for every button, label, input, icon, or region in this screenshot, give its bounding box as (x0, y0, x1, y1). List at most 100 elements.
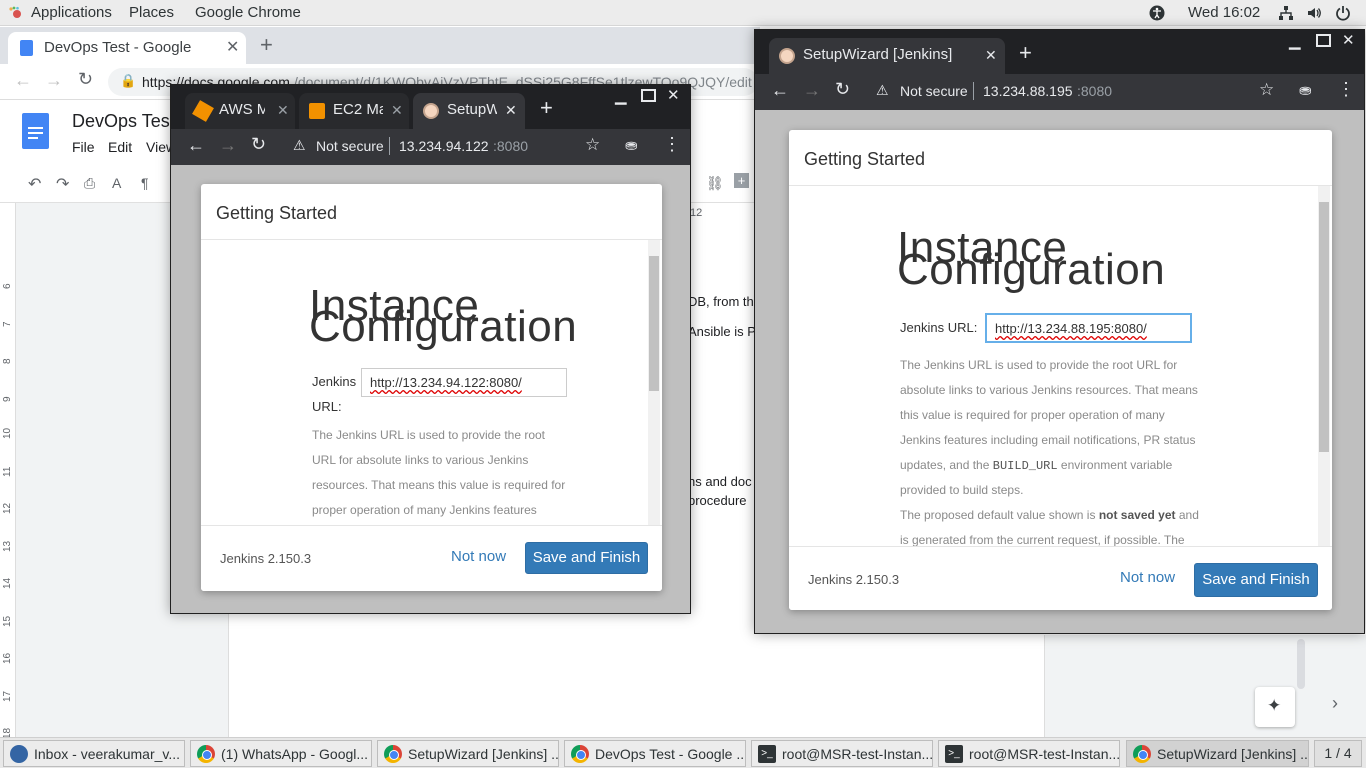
workspace-switcher[interactable]: 1 / 4 (1314, 740, 1362, 767)
docs-scrollbar[interactable] (1297, 639, 1305, 689)
help-line-1: The Jenkins URL is used to provide the r… (312, 428, 546, 442)
close-window-icon[interactable]: ✕ (667, 86, 680, 104)
reload-icon[interactable]: ↻ (78, 69, 93, 90)
not-secure-label[interactable]: Not secure (316, 138, 384, 154)
taskbar-label: Inbox - veerakumar_v... (34, 746, 181, 762)
chrome-icon (1133, 745, 1151, 763)
help-line-2: URL for absolute links to various Jenkin… (312, 453, 529, 467)
minimize-icon[interactable]: ▁ (1289, 32, 1301, 50)
tab-setupwizard[interactable]: SetupW ✕ (413, 93, 525, 129)
docs-canvas-right: ✦ › (760, 635, 1366, 737)
undo-icon[interactable]: ↶ (28, 174, 41, 194)
jenkins-url-input[interactable]: http://13.234.88.195:8080/ (985, 313, 1192, 343)
dialog-scrollbar[interactable] (1318, 186, 1330, 546)
clock[interactable]: Wed 16:02 (1188, 4, 1260, 21)
close-tab-icon[interactable]: ✕ (277, 102, 289, 119)
back-icon[interactable]: ← (14, 70, 32, 91)
scrollbar-thumb[interactable] (1319, 202, 1329, 452)
taskbar-label: (1) WhatsApp - Googl... (221, 746, 369, 762)
taskbar-item-setupwizard-1[interactable]: SetupWizard [Jenkins] ... (377, 740, 559, 767)
insert-comment-icon[interactable]: + (734, 173, 749, 188)
taskbar-item-terminal-1[interactable]: >_ root@MSR-test-Instan... (751, 740, 933, 767)
doc-snippet-1: DB, from th (688, 294, 754, 309)
accessibility-icon[interactable] (1149, 5, 1165, 21)
incognito-icon[interactable]: ⛂ (625, 136, 638, 154)
volume-icon[interactable] (1306, 5, 1322, 21)
new-tab-icon[interactable]: + (540, 95, 553, 121)
close-window-icon[interactable]: ✕ (1342, 31, 1355, 49)
jenkins-url-input[interactable]: http://13.234.94.122:8080/ (361, 368, 567, 397)
forward-icon[interactable]: → (803, 80, 821, 101)
help-text: updates, and the (900, 458, 990, 472)
paint-format-icon[interactable]: ¶ (141, 175, 149, 191)
tab-title: AWS M (219, 101, 265, 118)
print-icon[interactable]: ⎙ (84, 175, 95, 192)
active-app-menu[interactable]: Google Chrome (195, 4, 301, 21)
doc-title[interactable]: DevOps Test (72, 111, 175, 132)
taskbar-item-inbox[interactable]: Inbox - veerakumar_v... (3, 740, 185, 767)
forward-icon[interactable]: → (45, 70, 63, 91)
ec2-icon (309, 103, 325, 119)
close-tab-icon[interactable]: ✕ (226, 37, 239, 57)
places-menu[interactable]: Places (129, 4, 174, 21)
bookmark-star-icon[interactable]: ☆ (1259, 80, 1274, 100)
close-tab-icon[interactable]: ✕ (985, 47, 997, 64)
taskbar-item-setupwizard-2[interactable]: SetupWizard [Jenkins] ... (1126, 740, 1309, 767)
chevron-right-icon[interactable]: › (1332, 693, 1338, 714)
new-tab-icon[interactable]: + (1019, 40, 1032, 66)
tab-aws[interactable]: AWS M ✕ (185, 93, 295, 129)
back-icon[interactable]: ← (771, 80, 789, 101)
taskbar-item-terminal-2[interactable]: >_ root@MSR-test-Instan... (938, 740, 1120, 767)
menu-edit[interactable]: Edit (108, 139, 132, 155)
scrollbar-thumb[interactable] (649, 256, 659, 391)
ruler-mark: 12 (2, 502, 13, 514)
docs-icon (20, 40, 33, 56)
save-and-finish-button[interactable]: Save and Finish (1194, 563, 1318, 597)
tab-setupwizard[interactable]: SetupWizard [Jenkins] ✕ (769, 38, 1005, 74)
forward-icon[interactable]: → (219, 135, 237, 156)
save-and-finish-button[interactable]: Save and Finish (525, 542, 648, 574)
help-text: The proposed default value shown is (900, 508, 1096, 522)
terminal-icon: >_ (945, 745, 963, 763)
new-tab-icon[interactable]: + (260, 32, 273, 58)
tab-ec2[interactable]: EC2 Ma ✕ (299, 93, 409, 129)
ruler-mark: 16 (2, 652, 13, 664)
tab-devops-test[interactable]: DevOps Test - Google Do ✕ (8, 32, 246, 64)
url-host[interactable]: 13.234.88.195 (983, 83, 1073, 99)
minimize-icon[interactable]: ▁ (615, 87, 627, 105)
not-now-button[interactable]: Not now (1120, 569, 1175, 586)
back-icon[interactable]: ← (187, 135, 205, 156)
url-port[interactable]: :8080 (493, 138, 528, 154)
applications-menu[interactable]: Applications (31, 4, 112, 21)
not-secure-label[interactable]: Not secure (900, 83, 968, 99)
not-secure-icon[interactable]: ⚠ (876, 82, 889, 99)
dialog-scrollbar[interactable] (648, 240, 660, 525)
reload-icon[interactable]: ↻ (835, 79, 850, 100)
taskbar-item-whatsapp[interactable]: (1) WhatsApp - Googl... (190, 740, 372, 767)
redo-icon[interactable]: ↷ (56, 174, 69, 194)
bookmark-star-icon[interactable]: ☆ (585, 135, 600, 155)
maximize-icon[interactable] (1316, 34, 1331, 47)
not-now-button[interactable]: Not now (451, 548, 506, 565)
google-docs-logo[interactable] (22, 113, 49, 149)
menu-kebab-icon[interactable]: ⋮ (663, 134, 681, 155)
link-icon[interactable]: ⛓ (706, 175, 724, 192)
spellcheck-icon[interactable]: A (112, 175, 121, 191)
taskbar-item-devops-test[interactable]: DevOps Test - Google ... (564, 740, 746, 767)
url-host[interactable]: 13.234.94.122 (399, 138, 489, 154)
ruler-mark: 7 (2, 320, 13, 327)
maximize-icon[interactable] (641, 89, 656, 102)
reload-icon[interactable]: ↻ (251, 134, 266, 155)
explore-button[interactable]: ✦ (1255, 687, 1295, 727)
power-icon[interactable] (1335, 5, 1351, 21)
url-port[interactable]: :8080 (1077, 83, 1112, 99)
menu-kebab-icon[interactable]: ⋮ (1337, 79, 1355, 100)
network-icon[interactable] (1278, 5, 1294, 21)
taskbar-label: SetupWizard [Jenkins] ... (1157, 746, 1309, 762)
not-secure-icon[interactable]: ⚠ (293, 137, 306, 154)
incognito-icon[interactable]: ⛂ (1299, 81, 1312, 99)
close-tab-icon[interactable]: ✕ (505, 102, 517, 119)
close-tab-icon[interactable]: ✕ (391, 102, 403, 119)
menu-file[interactable]: File (72, 139, 95, 155)
tab-title: EC2 Ma (333, 101, 383, 118)
